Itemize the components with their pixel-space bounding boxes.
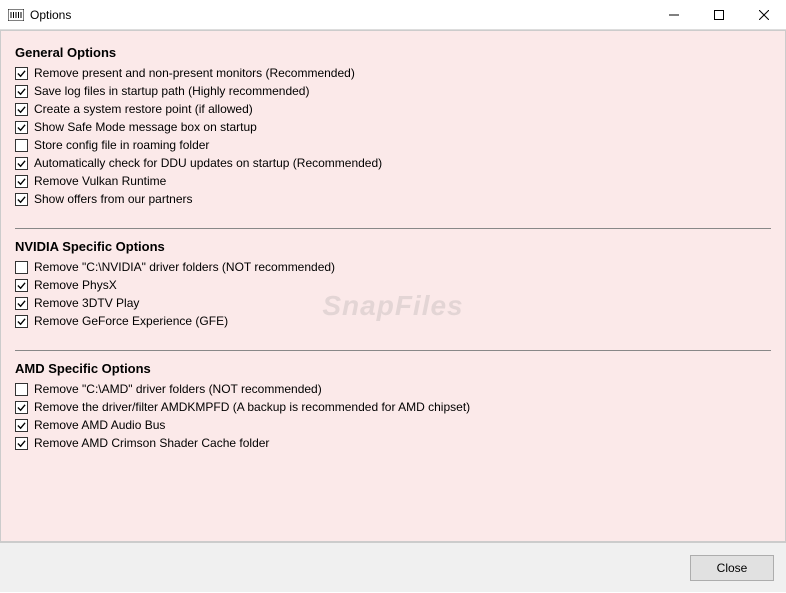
general-option-4[interactable]: Store config file in roaming folder	[15, 138, 771, 152]
option-label: Remove PhysX	[34, 278, 117, 292]
general-option-2[interactable]: Create a system restore point (if allowe…	[15, 102, 771, 116]
nvidia-title: NVIDIA Specific Options	[15, 239, 771, 254]
nvidia-option-3[interactable]: Remove GeForce Experience (GFE)	[15, 314, 771, 328]
general-option-1[interactable]: Save log files in startup path (Highly r…	[15, 84, 771, 98]
checkbox-icon[interactable]	[15, 401, 28, 414]
option-label: Show offers from our partners	[34, 192, 193, 206]
separator	[15, 228, 771, 229]
checkbox-icon[interactable]	[15, 419, 28, 432]
amd-option-1[interactable]: Remove the driver/filter AMDKMPFD (A bac…	[15, 400, 771, 414]
checkbox-icon[interactable]	[15, 279, 28, 292]
option-label: Remove present and non-present monitors …	[34, 66, 355, 80]
app-icon	[8, 7, 24, 23]
content-area: General Options Remove present and non-p…	[0, 30, 786, 542]
option-label: Remove "C:\NVIDIA" driver folders (NOT r…	[34, 260, 335, 274]
close-button[interactable]: Close	[690, 555, 774, 581]
amd-option-0[interactable]: Remove "C:\AMD" driver folders (NOT reco…	[15, 382, 771, 396]
option-label: Create a system restore point (if allowe…	[34, 102, 253, 116]
option-label: Remove AMD Crimson Shader Cache folder	[34, 436, 269, 450]
option-label: Remove the driver/filter AMDKMPFD (A bac…	[34, 400, 470, 414]
window-controls	[651, 0, 786, 30]
checkbox-icon[interactable]	[15, 175, 28, 188]
amd-section: AMD Specific Options Remove "C:\AMD" dri…	[15, 361, 771, 450]
amd-title: AMD Specific Options	[15, 361, 771, 376]
checkbox-icon[interactable]	[15, 315, 28, 328]
window-title: Options	[30, 8, 71, 22]
checkbox-icon[interactable]	[15, 157, 28, 170]
general-title: General Options	[15, 45, 771, 60]
close-window-button[interactable]	[741, 0, 786, 30]
option-label: Remove AMD Audio Bus	[34, 418, 165, 432]
option-label: Remove Vulkan Runtime	[34, 174, 166, 188]
general-option-6[interactable]: Remove Vulkan Runtime	[15, 174, 771, 188]
option-label: Store config file in roaming folder	[34, 138, 209, 152]
maximize-button[interactable]	[696, 0, 741, 30]
checkbox-icon[interactable]	[15, 193, 28, 206]
checkbox-icon[interactable]	[15, 297, 28, 310]
option-label: Save log files in startup path (Highly r…	[34, 84, 309, 98]
bottom-bar: Close	[0, 542, 786, 592]
amd-option-3[interactable]: Remove AMD Crimson Shader Cache folder	[15, 436, 771, 450]
checkbox-icon[interactable]	[15, 85, 28, 98]
amd-option-2[interactable]: Remove AMD Audio Bus	[15, 418, 771, 432]
general-option-5[interactable]: Automatically check for DDU updates on s…	[15, 156, 771, 170]
nvidia-section: NVIDIA Specific Options Remove "C:\NVIDI…	[15, 239, 771, 328]
checkbox-icon[interactable]	[15, 383, 28, 396]
checkbox-icon[interactable]	[15, 121, 28, 134]
option-label: Show Safe Mode message box on startup	[34, 120, 257, 134]
general-option-0[interactable]: Remove present and non-present monitors …	[15, 66, 771, 80]
option-label: Automatically check for DDU updates on s…	[34, 156, 382, 170]
checkbox-icon[interactable]	[15, 67, 28, 80]
titlebar: Options	[0, 0, 786, 30]
separator	[15, 350, 771, 351]
checkbox-icon[interactable]	[15, 437, 28, 450]
option-label: Remove GeForce Experience (GFE)	[34, 314, 228, 328]
general-option-3[interactable]: Show Safe Mode message box on startup	[15, 120, 771, 134]
nvidia-option-2[interactable]: Remove 3DTV Play	[15, 296, 771, 310]
checkbox-icon[interactable]	[15, 261, 28, 274]
nvidia-option-0[interactable]: Remove "C:\NVIDIA" driver folders (NOT r…	[15, 260, 771, 274]
minimize-button[interactable]	[651, 0, 696, 30]
option-label: Remove "C:\AMD" driver folders (NOT reco…	[34, 382, 322, 396]
checkbox-icon[interactable]	[15, 103, 28, 116]
general-option-7[interactable]: Show offers from our partners	[15, 192, 771, 206]
checkbox-icon[interactable]	[15, 139, 28, 152]
general-section: General Options Remove present and non-p…	[15, 45, 771, 206]
option-label: Remove 3DTV Play	[34, 296, 139, 310]
nvidia-option-1[interactable]: Remove PhysX	[15, 278, 771, 292]
